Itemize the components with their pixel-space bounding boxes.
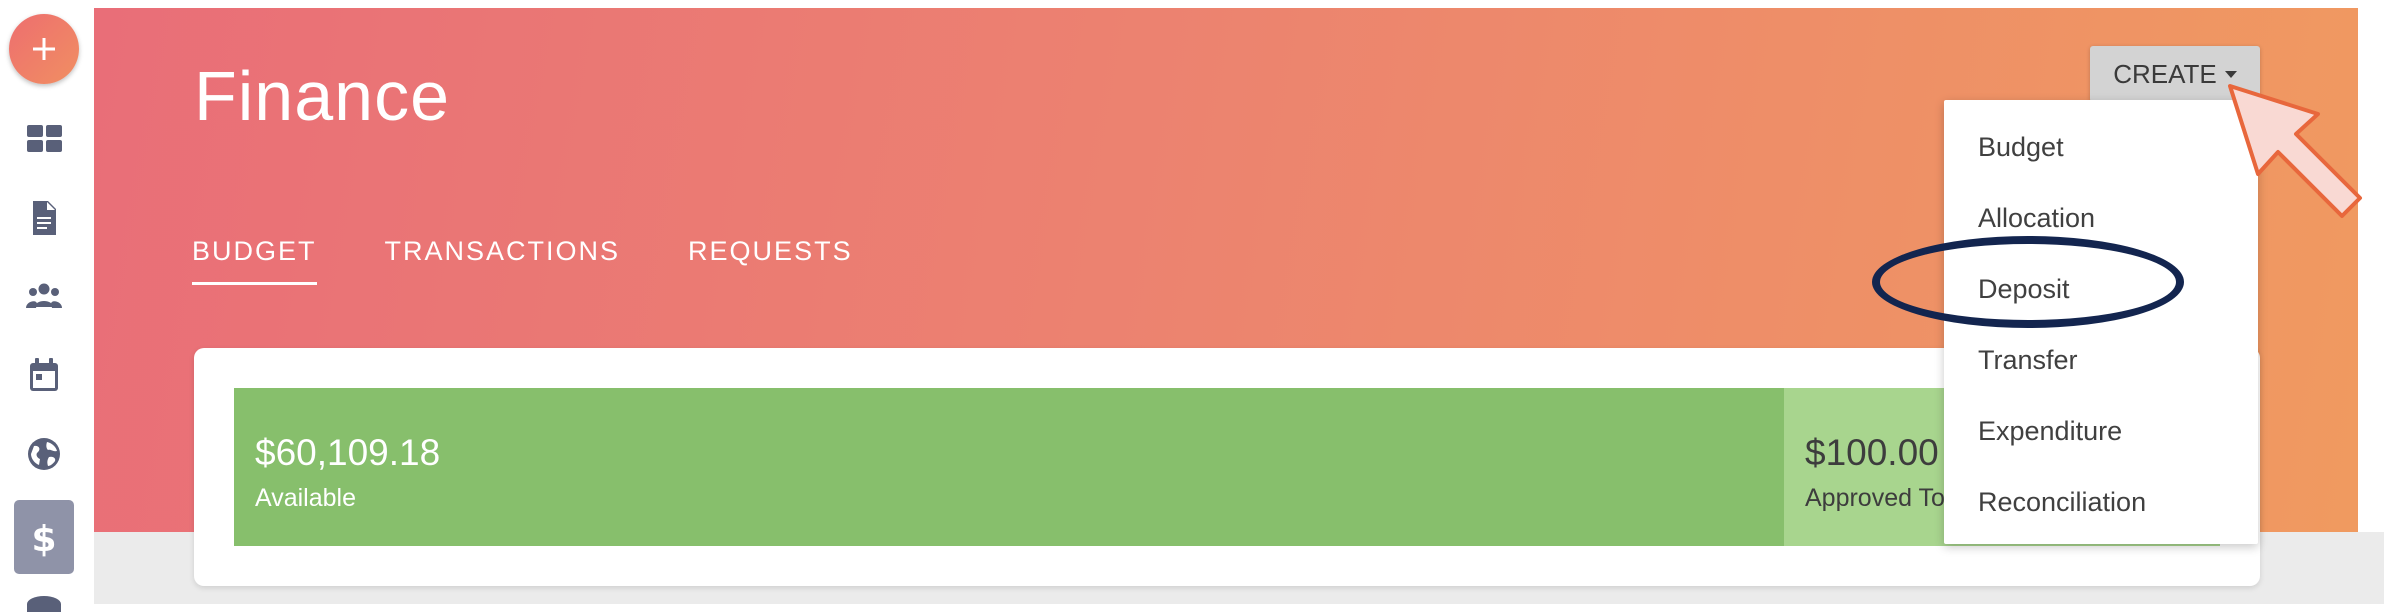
svg-text:$: $ bbox=[31, 519, 56, 559]
menu-item-reconciliation[interactable]: Reconciliation bbox=[1944, 467, 2258, 538]
menu-item-transfer[interactable]: Transfer bbox=[1944, 325, 2258, 396]
sidebar-item-finance[interactable]: $ bbox=[14, 500, 74, 574]
caret-down-icon bbox=[2224, 70, 2237, 78]
available-label: Available bbox=[255, 484, 357, 512]
available-amount: $60,109.18 bbox=[255, 432, 441, 473]
sidebar-item-people[interactable] bbox=[22, 274, 66, 318]
tab-requests[interactable]: REQUESTS bbox=[688, 228, 853, 285]
document-icon bbox=[33, 201, 56, 235]
sidebar-item-dashboard[interactable] bbox=[22, 117, 66, 161]
approved-amount: $100.00 bbox=[1805, 432, 1939, 473]
tab-budget[interactable]: BUDGET bbox=[192, 228, 317, 285]
highlight-ellipse bbox=[1872, 236, 2184, 328]
calendar-icon bbox=[30, 358, 58, 391]
finance-tabs: BUDGET TRANSACTIONS REQUESTS bbox=[192, 228, 921, 285]
shield-icon[interactable] bbox=[27, 596, 61, 612]
available-segment[interactable]: $60,109.18 Available bbox=[234, 388, 1784, 546]
approved-label: Approved To bbox=[1805, 484, 1945, 512]
people-icon bbox=[26, 283, 62, 308]
dashboard-icon bbox=[27, 125, 62, 152]
globe-icon bbox=[28, 438, 60, 470]
sidebar: $ bbox=[0, 0, 94, 612]
page-title: Finance bbox=[194, 57, 451, 135]
create-button-label: CREATE bbox=[2113, 58, 2217, 89]
sidebar-item-calendar[interactable] bbox=[22, 353, 66, 397]
menu-item-budget[interactable]: Budget bbox=[1944, 112, 2258, 183]
add-button[interactable] bbox=[9, 14, 79, 84]
tab-transactions[interactable]: TRANSACTIONS bbox=[385, 228, 621, 285]
menu-item-expenditure[interactable]: Expenditure bbox=[1944, 396, 2258, 467]
sidebar-item-globe[interactable] bbox=[22, 432, 66, 476]
dollar-icon: $ bbox=[31, 519, 56, 559]
budget-bar: $60,109.18 Available $100.00 Approved To bbox=[234, 388, 2220, 546]
sidebar-item-documents[interactable] bbox=[22, 196, 66, 240]
pointer-arrow-icon bbox=[2228, 84, 2362, 218]
plus-icon bbox=[33, 38, 55, 60]
